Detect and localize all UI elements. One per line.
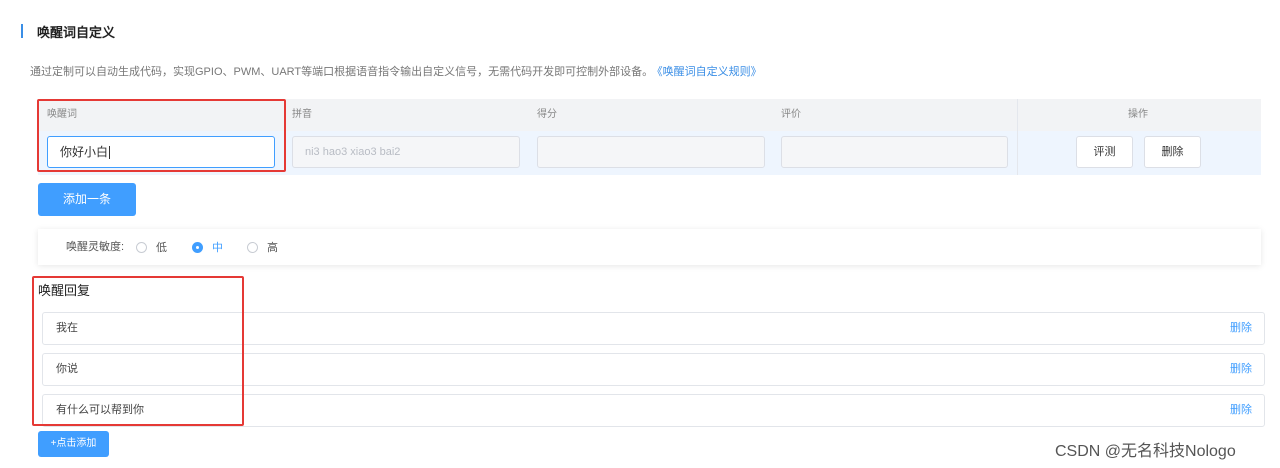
wake-word-table: 唤醒词 拼音 得分 评价 操作 你好小白 ni3 hao3 xiao3 bai2… <box>38 99 1261 175</box>
text-caret <box>109 146 111 160</box>
add-row-button[interactable]: 添加一条 <box>38 183 136 216</box>
reply-item[interactable]: 我在 删除 <box>42 312 1265 345</box>
add-reply-button[interactable]: +点击添加 <box>38 431 109 457</box>
column-divider <box>1017 99 1018 175</box>
radio-label: 中 <box>212 242 223 254</box>
rating-field <box>781 136 1008 168</box>
header-wake-word: 唤醒词 <box>47 109 77 120</box>
sensitivity-panel: 唤醒灵敏度: 低 中 高 <box>38 229 1261 265</box>
sensitivity-high-radio[interactable]: 高 <box>247 229 278 265</box>
section-header: 唤醒词自定义 <box>21 23 116 40</box>
header-pinyin: 拼音 <box>292 109 312 120</box>
delete-row-button[interactable]: 删除 <box>1144 136 1201 168</box>
radio-label: 低 <box>156 242 167 254</box>
reply-text: 我在 <box>56 322 78 334</box>
radio-checked-icon <box>192 241 203 253</box>
rules-link[interactable]: 《唤醒词自定义规则》 <box>657 66 762 78</box>
reply-item[interactable]: 你说 删除 <box>42 353 1265 386</box>
wake-word-input[interactable]: 你好小白 <box>47 136 275 168</box>
evaluate-button[interactable]: 评测 <box>1076 136 1133 168</box>
description-text: 通过定制可以自动生成代码，实现GPIO、PWM、UART等端口根据语音指令输出自… <box>30 66 654 78</box>
table-header: 唤醒词 拼音 得分 评价 操作 <box>38 99 1261 131</box>
reply-delete-link[interactable]: 删除 <box>1230 395 1252 426</box>
score-field <box>537 136 765 168</box>
header-operation: 操作 <box>1128 109 1148 120</box>
page-title: 唤醒词自定义 <box>37 24 116 40</box>
section-description: 通过定制可以自动生成代码，实现GPIO、PWM、UART等端口根据语音指令输出自… <box>30 63 762 79</box>
sensitivity-low-radio[interactable]: 低 <box>136 229 167 265</box>
wake-word-value: 你好小白 <box>60 145 109 159</box>
header-rating: 评价 <box>781 109 801 120</box>
reply-delete-link[interactable]: 删除 <box>1230 354 1252 385</box>
pinyin-field: ni3 hao3 xiao3 bai2 <box>292 136 520 168</box>
watermark: CSDN @无名科技Nologo <box>1055 443 1236 460</box>
reply-text: 你说 <box>56 363 78 375</box>
table-row: 你好小白 ni3 hao3 xiao3 bai2 评测 删除 <box>38 131 1261 175</box>
title-accent-bar <box>21 24 23 38</box>
sensitivity-medium-radio[interactable]: 中 <box>192 229 223 265</box>
header-score: 得分 <box>537 109 557 120</box>
radio-circle-icon <box>136 241 147 253</box>
reply-delete-link[interactable]: 删除 <box>1230 313 1252 344</box>
reply-text: 有什么可以帮到你 <box>56 404 144 416</box>
reply-item[interactable]: 有什么可以帮到你 删除 <box>42 394 1265 427</box>
radio-circle-icon <box>247 241 258 253</box>
replies-title: 唤醒回复 <box>38 283 91 298</box>
radio-label: 高 <box>267 242 278 254</box>
sensitivity-label: 唤醒灵敏度: <box>66 241 125 253</box>
